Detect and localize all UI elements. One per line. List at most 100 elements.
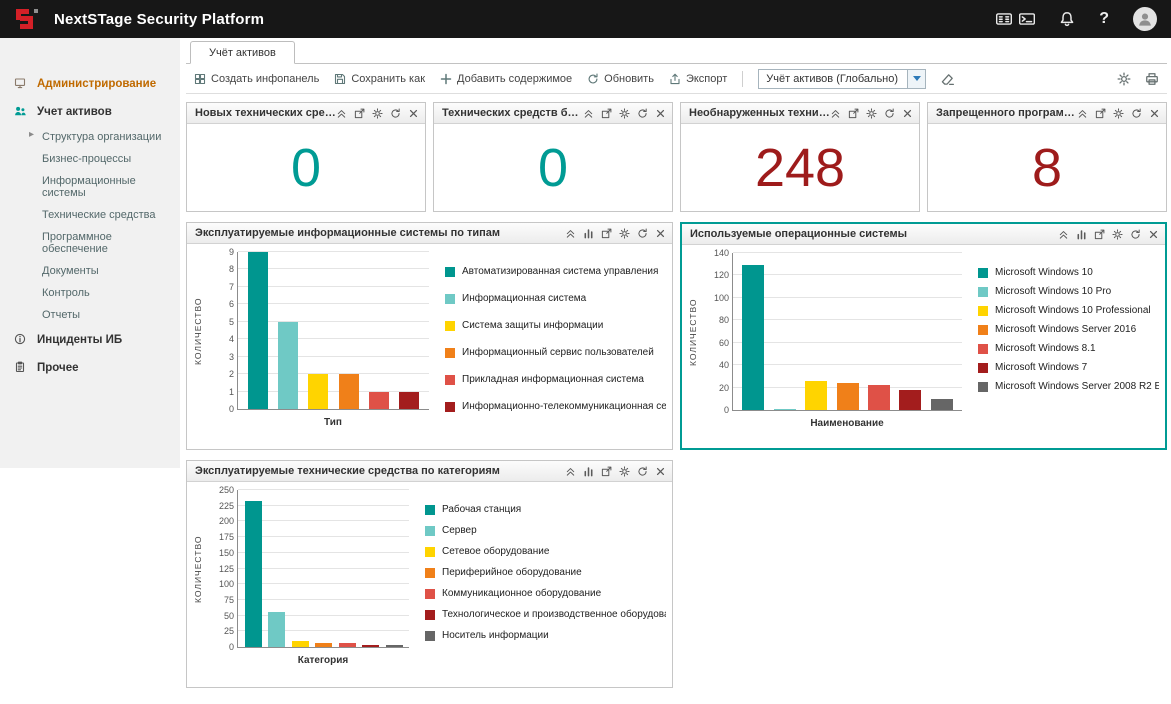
legend-item[interactable]: Microsoft Windows 7 [978,362,1157,373]
y-tick-label: 2 [206,369,234,379]
refresh-icon[interactable] [637,466,648,477]
gear-icon[interactable] [372,108,383,119]
legend-item[interactable]: Коммуникационное оборудование [425,588,664,599]
popout-icon[interactable] [601,228,612,239]
chevron-right-icon[interactable]: ▸ [29,129,34,140]
popout-icon[interactable] [601,108,612,119]
refresh-button[interactable]: Обновить [587,73,654,85]
gear-icon[interactable] [619,228,630,239]
legend-swatch [978,344,988,354]
legend-item[interactable]: Microsoft Windows Server 2008 R2 Enterpr… [978,381,1157,392]
export-button[interactable]: Экспорт [669,73,727,85]
sidebar-subitem[interactable]: Документы [0,260,180,282]
collapse-icon[interactable] [336,108,347,119]
legend-item[interactable]: Информационная система [445,293,664,304]
sidebar-subitem[interactable]: Технические средства [0,204,180,226]
gear-icon[interactable] [1113,108,1124,119]
gear-icon[interactable] [619,108,630,119]
close-icon[interactable] [1149,108,1160,119]
plus-button[interactable]: Добавить содержимое [440,73,572,85]
refresh-icon[interactable] [1130,229,1141,240]
legend-item[interactable]: Автоматизированная система управления [445,266,664,277]
legend-item[interactable]: Рабочая станция [425,504,664,515]
refresh-icon[interactable] [884,108,895,119]
language-icon[interactable] [996,11,1012,27]
sidebar-subitem[interactable]: Бизнес-процессы [0,148,180,170]
legend-item[interactable]: Технологическое и производственное обору… [425,609,664,620]
popout-icon[interactable] [1095,108,1106,119]
collapse-icon[interactable] [1077,108,1088,119]
close-icon[interactable] [655,466,666,477]
sidebar-item-other[interactable]: Прочее [0,354,180,382]
gear-icon[interactable] [866,108,877,119]
close-icon[interactable] [902,108,913,119]
gear-icon[interactable] [1112,229,1123,240]
refresh-icon[interactable] [390,108,401,119]
sidebar-subitem[interactable]: Отчеты [0,304,180,326]
sidebar-subitem[interactable]: Программное обеспечение [0,226,180,260]
collapse-icon[interactable] [565,228,576,239]
refresh-icon[interactable] [1131,108,1142,119]
chevron-down-icon[interactable] [907,70,925,88]
widget-header-icons [1077,108,1160,119]
close-icon[interactable] [655,108,666,119]
sidebar-subitem[interactable]: ▸Структура организации [0,126,180,148]
help-icon[interactable]: ? [1099,10,1109,28]
print-icon[interactable] [1145,72,1159,86]
tab-asset-accounting[interactable]: Учёт активов [190,41,295,64]
legend-item[interactable]: Информационно-телекоммуникационная сеть [445,401,664,412]
popout-icon[interactable] [1094,229,1105,240]
widget-header-icons [1058,229,1159,240]
refresh-icon[interactable] [637,108,648,119]
legend-item[interactable]: Microsoft Windows 10 [978,267,1157,278]
gear-icon[interactable] [619,466,630,477]
legend-item[interactable]: Сетевое оборудование [425,546,664,557]
collapse-icon[interactable] [583,108,594,119]
sidebar-item-admin[interactable]: Администрирование [0,70,180,98]
close-icon[interactable] [408,108,419,119]
gear-icon[interactable] [1117,72,1131,86]
terminal-icon[interactable] [1019,11,1035,27]
legend-item[interactable]: Система защиты информации [445,320,664,331]
legend-item[interactable]: Microsoft Windows Server 2016 [978,324,1157,335]
save-button[interactable]: Сохранить как [334,73,425,85]
refresh-icon[interactable] [637,228,648,239]
y-tick-label: 200 [206,516,234,526]
toolbar-button-label: Создать инфопанель [211,73,319,85]
dashboard-select[interactable]: Учёт активов (Глобально) [758,69,926,89]
sidebar-item-incidents[interactable]: Инциденты ИБ [0,326,180,354]
grid-button[interactable]: Создать инфопанель [194,73,319,85]
logo-icon [14,6,40,32]
chart-icon[interactable] [583,466,594,477]
close-icon[interactable] [1148,229,1159,240]
eraser-icon[interactable] [941,72,955,86]
y-tick-label: 7 [206,282,234,292]
legend-label: Microsoft Windows Server 2016 [995,324,1136,335]
legend-swatch [978,363,988,373]
bar [339,374,359,409]
collapse-icon[interactable] [565,466,576,477]
collapse-icon[interactable] [830,108,841,119]
avatar[interactable] [1133,7,1157,31]
legend-item[interactable]: Прикладная информационная система [445,374,664,385]
legend-item[interactable]: Microsoft Windows 10 Professional [978,305,1157,316]
sidebar-subitem[interactable]: Контроль [0,282,180,304]
y-tick-label: 75 [206,595,234,605]
popout-icon[interactable] [354,108,365,119]
legend-item[interactable]: Microsoft Windows 8.1 [978,343,1157,354]
chart-icon[interactable] [1076,229,1087,240]
legend-item[interactable]: Периферийное оборудование [425,567,664,578]
legend-item[interactable]: Информационный сервис пользователей [445,347,664,358]
legend-item[interactable]: Носитель информации [425,630,664,641]
popout-icon[interactable] [601,466,612,477]
bell-icon[interactable] [1059,11,1075,27]
legend-item[interactable]: Microsoft Windows 10 Pro [978,286,1157,297]
sidebar-item-assets[interactable]: Учет активов [0,98,180,126]
sidebar-subitem[interactable]: Информационные системы [0,170,180,204]
chart-icon[interactable] [583,228,594,239]
close-icon[interactable] [655,228,666,239]
legend-item[interactable]: Сервер [425,525,664,536]
popout-icon[interactable] [848,108,859,119]
collapse-icon[interactable] [1058,229,1069,240]
y-tick-label: 0 [701,405,729,415]
